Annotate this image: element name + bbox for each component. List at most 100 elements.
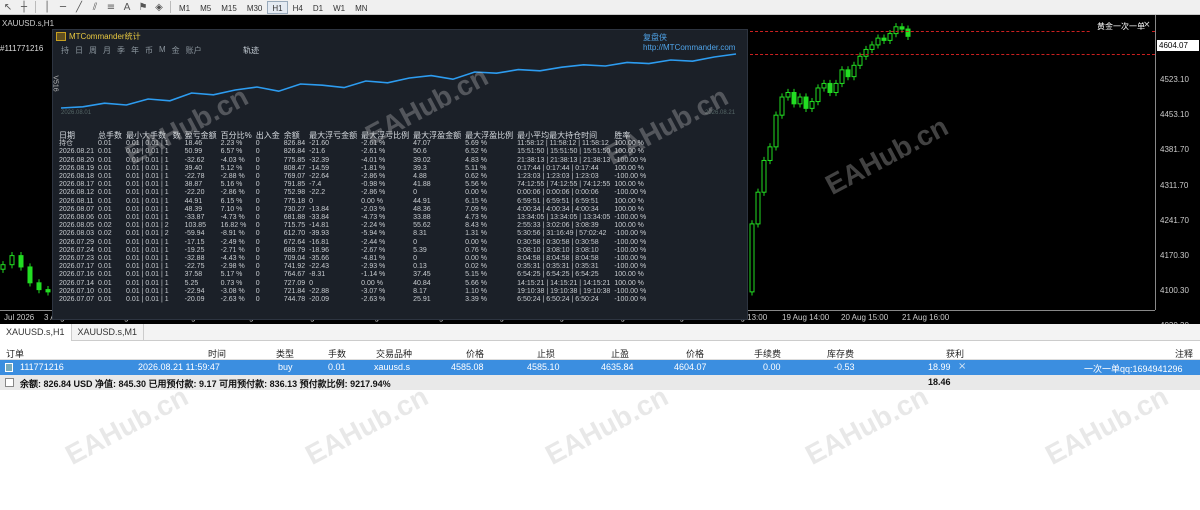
- stats-cell: 39.3: [413, 164, 427, 172]
- order-row[interactable]: 111771216 2026.08.21 11:59:47 buy 0.01 x…: [0, 360, 1200, 375]
- close-icon[interactable]: ×: [1143, 20, 1151, 30]
- stop-loss-line[interactable]: [750, 54, 1155, 55]
- stats-cell: 826.84: [283, 140, 306, 148]
- stats-cell: 18.46: [184, 140, 203, 148]
- stats-cell: 5.56 %: [465, 181, 487, 189]
- timeframe-mn[interactable]: MN: [350, 1, 372, 14]
- timeframe-m30[interactable]: M30: [242, 1, 268, 14]
- text-icon[interactable]: A: [119, 1, 135, 14]
- stats-cell: 5.16 %: [220, 181, 243, 189]
- hline-icon[interactable]: ─: [55, 1, 71, 14]
- order-stop-loss[interactable]: 4585.10: [527, 362, 560, 372]
- stats-cell: 8:04:58 | 8:04:58 | 8:04:58: [517, 255, 599, 263]
- candle-body: [779, 96, 785, 116]
- stats-cell: 2026.08.17: [59, 181, 95, 189]
- stats-cell: -22.88: [309, 287, 330, 295]
- stats-cell: -2.67 %: [361, 246, 386, 254]
- stats-cell: 1.31 %: [465, 230, 487, 238]
- price-axis[interactable]: 4604.07 4523.10 4453.10 4381.70 4311.70 4241…: [1155, 15, 1200, 324]
- timeframe-h1[interactable]: H1: [267, 0, 288, 14]
- shapes-icon[interactable]: ◈: [151, 1, 167, 14]
- stats-cell: 689.79: [283, 246, 306, 254]
- crosshair-icon[interactable]: ┼: [16, 1, 32, 14]
- stats-cell: -21.60: [309, 140, 330, 148]
- stats-cell: 2026.07.29: [59, 238, 95, 246]
- stats-cell: 2:55:33 | 3:02:06 | 3:08:39: [517, 222, 599, 230]
- timeframe-m5[interactable]: M5: [195, 1, 216, 14]
- stats-cell: [171, 288, 183, 296]
- one-click-trade-panel[interactable]: 黄金一次一单: [1091, 21, 1151, 33]
- trendline-icon[interactable]: ╱: [71, 1, 87, 14]
- orders-column-header[interactable]: 止盈: [611, 347, 629, 360]
- timeframe-w1[interactable]: W1: [328, 1, 350, 14]
- stats-column-header: 胜率: [614, 131, 631, 140]
- stats-cell: 721.84: [283, 287, 306, 295]
- orders-column-header[interactable]: 获利: [946, 347, 964, 360]
- stats-cell: 0.01: [98, 181, 112, 189]
- stats-cell: -100.00 %: [614, 189, 647, 197]
- orders-column-header[interactable]: 交易品种: [376, 347, 412, 360]
- stats-cell: 0.01: [98, 214, 112, 222]
- time-tick-label: 20 Aug 15:00: [841, 313, 889, 322]
- stats-cell: 0: [255, 189, 260, 197]
- stats-cell: 0: [255, 263, 260, 271]
- chart-tab-h1[interactable]: XAUUSD.s,H1: [0, 324, 72, 341]
- stats-cell: -2.88 %: [220, 173, 245, 181]
- orders-column-header[interactable]: 注释: [1175, 347, 1193, 360]
- timeframe-m1[interactable]: M1: [174, 1, 195, 14]
- orders-column-header[interactable]: 订单: [6, 347, 24, 360]
- candle-body: [857, 55, 863, 66]
- orders-column-header[interactable]: 价格: [686, 347, 704, 360]
- stats-cell: 50.6: [413, 148, 427, 156]
- order-symbol: xauusd.s: [374, 362, 411, 372]
- orders-column-header[interactable]: 手数: [328, 347, 346, 360]
- order-take-profit[interactable]: 4635.84: [601, 362, 634, 372]
- orders-column-header[interactable]: 止损: [537, 347, 555, 360]
- chart-tab-m1[interactable]: XAUUSD.s,M1: [72, 324, 145, 341]
- stats-cell: -4.43 %: [220, 255, 245, 263]
- stats-cell: 47.07: [413, 140, 431, 148]
- orders-column-header[interactable]: 时间: [208, 347, 226, 360]
- stats-cell: 0.01: [98, 148, 112, 156]
- stats-cell: 0.01 | 0.01 | 1: [126, 263, 169, 271]
- price-tick-label: 4523.10: [1160, 75, 1189, 84]
- stats-cell: 6.52 %: [465, 148, 487, 156]
- timeframe-h4[interactable]: H4: [288, 1, 308, 14]
- candle-body: [45, 289, 51, 293]
- label-icon[interactable]: ⚑: [135, 1, 151, 14]
- stats-row: 2026.08.11 0.01 0.01 | 0.01 | 1 44.91 6.15 %…: [57, 198, 648, 206]
- stats-cell: 0.13: [413, 263, 427, 271]
- stats-cell: 730.27: [283, 205, 306, 213]
- stats-cell: 0.00 %: [465, 238, 487, 246]
- price-chart[interactable]: XAUUSD.s,H1 #111771216 黄金一次一单 × 4604.07 …: [0, 15, 1200, 324]
- stats-cell: 0.02: [98, 222, 112, 230]
- timeframe-d1[interactable]: D1: [308, 1, 328, 14]
- orders-column-header[interactable]: 手续费: [754, 347, 781, 360]
- stats-cell: 48.36: [413, 205, 431, 213]
- stats-cell: 3:08:10 | 3:08:10 | 3:08:10: [517, 246, 599, 254]
- stats-cell: -8.91 %: [220, 230, 245, 238]
- stats-cell: 2026.07.14: [59, 279, 95, 287]
- close-order-icon[interactable]: ×: [958, 361, 966, 372]
- cursor-icon[interactable]: ↖: [0, 1, 16, 14]
- stats-cell: -20.09: [309, 296, 330, 304]
- timeframe-m15[interactable]: M15: [216, 1, 242, 14]
- total-profit: 18.46: [928, 377, 951, 387]
- stats-cell: [171, 230, 183, 238]
- stats-cell: 0.00 %: [361, 197, 383, 205]
- stats-cell: -22.43: [309, 263, 330, 271]
- fibo-icon[interactable]: ≡: [103, 1, 119, 14]
- orders-column-header[interactable]: 价格: [466, 347, 484, 360]
- channel-icon[interactable]: ⫽: [87, 1, 103, 14]
- stats-cell: -4.03 %: [220, 156, 245, 164]
- vline-icon[interactable]: │: [39, 1, 55, 14]
- orders-column-header[interactable]: 类型: [276, 347, 294, 360]
- stats-cell: [171, 271, 183, 279]
- orders-column-header[interactable]: 库存费: [827, 347, 854, 360]
- stats-cell: 74:12:55 | 74:12:55 | 74:12:55: [517, 181, 611, 189]
- stats-cell: 8.17: [413, 287, 427, 295]
- stats-row: 2026.07.29 0.01 0.01 | 0.01 | 1 -17.15 -2.49…: [57, 239, 648, 247]
- website-link[interactable]: 复盘侠 http://MTCommander.com: [643, 32, 747, 52]
- stats-cell: 826.84: [283, 148, 306, 156]
- stats-cell: -3.08 %: [220, 287, 245, 295]
